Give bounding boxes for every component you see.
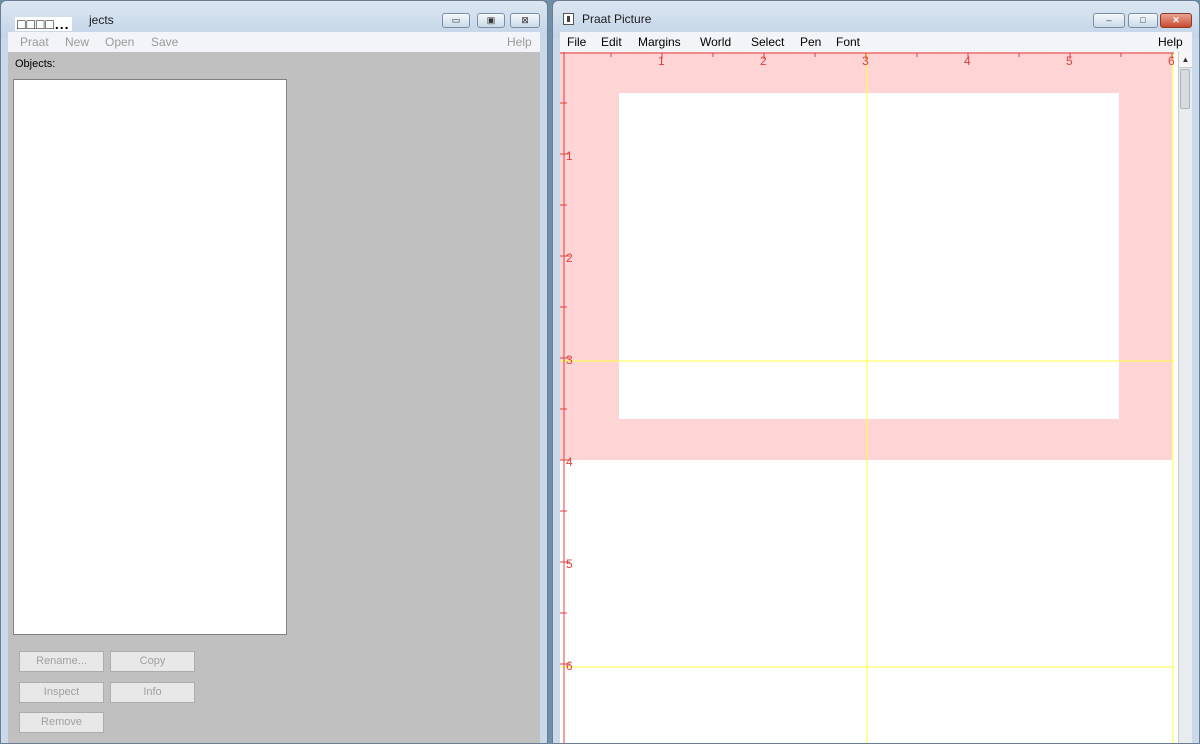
window-title: jects bbox=[89, 13, 114, 27]
maximize-button[interactable]: □ bbox=[1128, 13, 1158, 28]
ruler-x-label-6: 6 bbox=[1168, 54, 1174, 68]
objects-menubar: Praat New Open Save Help bbox=[8, 32, 540, 52]
menu-praat[interactable]: Praat bbox=[20, 35, 49, 49]
ruler-y-label-2: 2 bbox=[566, 251, 573, 265]
maximize-button[interactable]: ▣ bbox=[477, 13, 505, 28]
objects-pane: Objects: Rename... Copy Inspect Info Rem… bbox=[8, 52, 540, 743]
ruler-x-label-1: 1 bbox=[658, 54, 665, 68]
scroll-thumb[interactable] bbox=[1180, 69, 1190, 109]
menu-edit[interactable]: Edit bbox=[601, 35, 622, 49]
scroll-up-arrow-icon[interactable]: ▲ bbox=[1179, 52, 1192, 68]
menu-new[interactable]: New bbox=[65, 35, 89, 49]
menu-pen[interactable]: Pen bbox=[800, 35, 821, 49]
menu-save[interactable]: Save bbox=[151, 35, 178, 49]
menu-select[interactable]: Select bbox=[751, 35, 784, 49]
title-icon-glyphs: □□□□... bbox=[15, 16, 72, 32]
menu-margins[interactable]: Margins bbox=[638, 35, 681, 49]
objects-label: Objects: bbox=[15, 58, 56, 70]
objects-list[interactable] bbox=[13, 79, 287, 635]
picture-window: Praat Picture – □ ✕ File Edit Margins Wo… bbox=[552, 0, 1200, 744]
copy-button[interactable]: Copy bbox=[110, 651, 195, 672]
menu-world[interactable]: World bbox=[700, 35, 731, 49]
window-title: Praat Picture bbox=[582, 12, 652, 26]
menu-help[interactable]: Help bbox=[507, 35, 532, 49]
menu-file[interactable]: File bbox=[567, 35, 586, 49]
menu-open[interactable]: Open bbox=[105, 35, 134, 49]
ruler-y-label-5: 5 bbox=[566, 557, 573, 571]
picture-canvas-area[interactable]: 1 2 3 4 5 6 1 2 3 4 5 6 bbox=[560, 52, 1179, 743]
ruler-x-label-5: 5 bbox=[1066, 54, 1073, 68]
menu-help[interactable]: Help bbox=[1158, 35, 1183, 49]
viewport-rect bbox=[619, 93, 1119, 419]
ruler-x-label-3: 3 bbox=[862, 54, 869, 68]
minimize-button[interactable]: – bbox=[1093, 13, 1125, 28]
rename-button[interactable]: Rename... bbox=[19, 651, 104, 672]
close-button[interactable]: ✕ bbox=[1160, 13, 1192, 28]
picture-menubar: File Edit Margins World Select Pen Font … bbox=[560, 32, 1192, 52]
ruler-y-label-1: 1 bbox=[566, 149, 573, 163]
ruler-x-label-4: 4 bbox=[964, 54, 971, 68]
objects-window: □□□□... jects ▭ ▣ ⊠ Praat New Open Save … bbox=[0, 0, 548, 744]
vertical-scrollbar[interactable]: ▲ bbox=[1178, 52, 1192, 743]
menu-font[interactable]: Font bbox=[836, 35, 860, 49]
minimize-button[interactable]: ▭ bbox=[442, 13, 470, 28]
remove-button[interactable]: Remove bbox=[19, 712, 104, 733]
ruler-y-label-4: 4 bbox=[566, 455, 573, 469]
praat-app-icon bbox=[563, 13, 574, 25]
ruler-y-label-3: 3 bbox=[566, 353, 573, 367]
picture-canvas[interactable]: 1 2 3 4 5 6 1 2 3 4 5 6 bbox=[560, 52, 1174, 743]
ruler-y-label-6: 6 bbox=[566, 659, 573, 673]
close-button[interactable]: ⊠ bbox=[510, 13, 540, 28]
info-button[interactable]: Info bbox=[110, 682, 195, 703]
ruler-x-label-2: 2 bbox=[760, 54, 767, 68]
inspect-button[interactable]: Inspect bbox=[19, 682, 104, 703]
